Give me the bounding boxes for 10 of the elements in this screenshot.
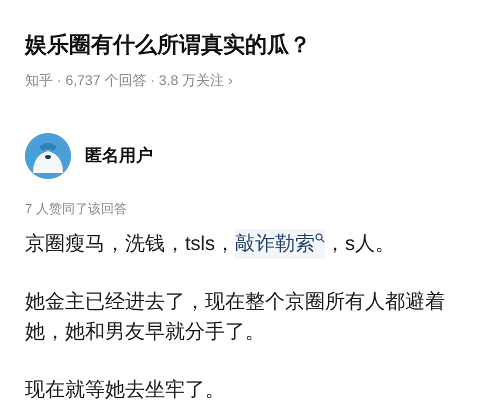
answer-paragraph: 京圈瘦马，洗钱，tsls，敲诈勒索 ，s人。 [25, 228, 457, 258]
answer-paragraph: 现在就等她去坐牢了。 [25, 378, 226, 402]
question-title: 娱乐圈有什么所谓真实的瓜？ [25, 31, 312, 59]
question-meta: 知乎 · 6,737 个回答 · 3.8 万关注 [25, 71, 224, 90]
search-link[interactable]: 敲诈勒索 [235, 228, 325, 258]
avatar-icon [25, 133, 71, 179]
answer-paragraph: 她金主已经进去了，现在整个京圈所有人都避着她，她和男友早就分手了。 [25, 290, 446, 344]
author-name[interactable]: 匿名用户 [85, 143, 153, 169]
search-icon [315, 232, 325, 242]
upvote-count: 7 人赞同了该回答 [25, 200, 128, 218]
